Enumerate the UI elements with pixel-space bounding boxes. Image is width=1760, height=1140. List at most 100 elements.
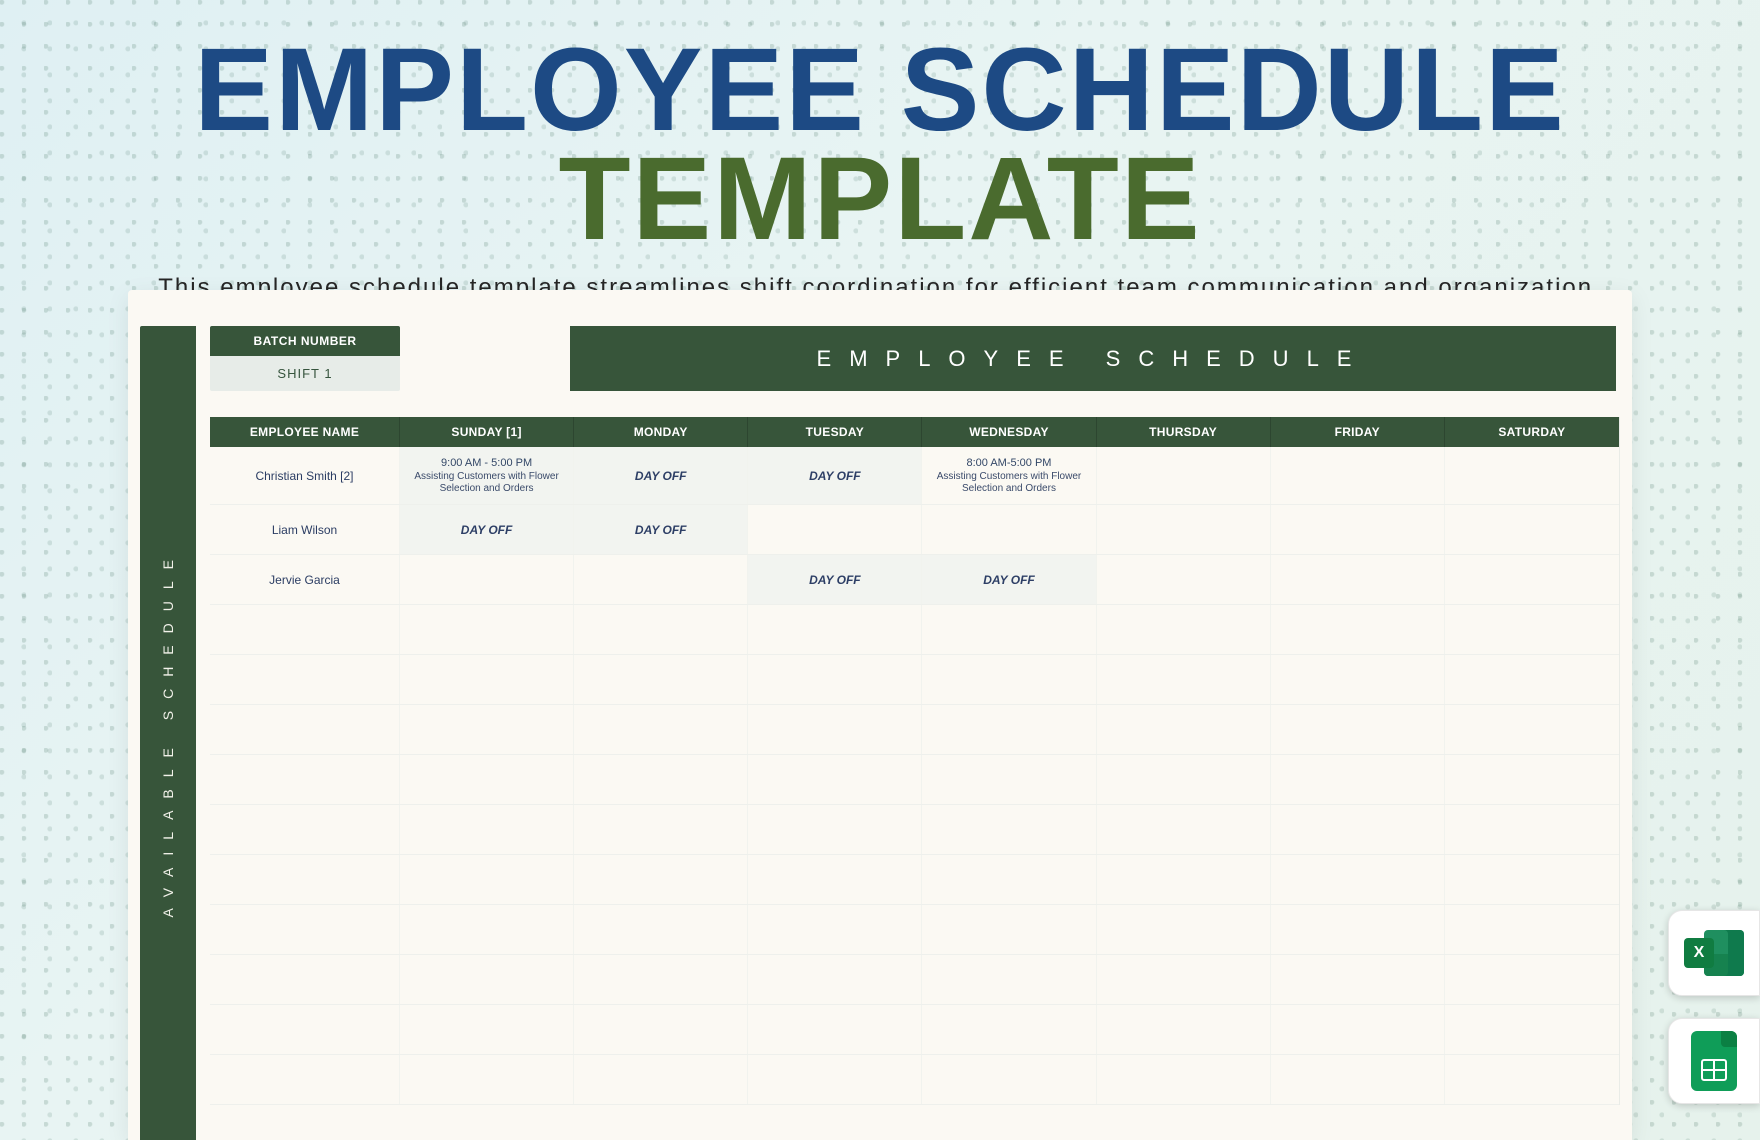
schedule-cell[interactable] bbox=[1271, 805, 1445, 854]
schedule-cell[interactable] bbox=[1271, 955, 1445, 1004]
schedule-cell[interactable] bbox=[1445, 447, 1619, 504]
schedule-cell[interactable]: DAY OFF bbox=[574, 447, 748, 504]
schedule-cell[interactable] bbox=[400, 655, 574, 704]
schedule-cell[interactable] bbox=[748, 755, 922, 804]
schedule-cell[interactable] bbox=[748, 655, 922, 704]
schedule-cell[interactable] bbox=[922, 905, 1096, 954]
schedule-cell[interactable] bbox=[1445, 955, 1619, 1004]
google-sheets-badge[interactable] bbox=[1668, 1018, 1760, 1104]
schedule-cell[interactable] bbox=[574, 555, 748, 604]
schedule-cell[interactable] bbox=[1445, 755, 1619, 804]
employee-name-cell[interactable] bbox=[210, 855, 400, 904]
schedule-cell[interactable] bbox=[1097, 805, 1271, 854]
schedule-cell[interactable] bbox=[400, 755, 574, 804]
schedule-cell[interactable] bbox=[922, 1005, 1096, 1054]
schedule-cell[interactable] bbox=[1271, 1005, 1445, 1054]
schedule-cell[interactable] bbox=[1445, 655, 1619, 704]
schedule-cell[interactable] bbox=[922, 755, 1096, 804]
schedule-cell[interactable] bbox=[1271, 605, 1445, 654]
schedule-cell[interactable] bbox=[1097, 905, 1271, 954]
schedule-cell[interactable] bbox=[1445, 705, 1619, 754]
schedule-cell[interactable] bbox=[400, 705, 574, 754]
schedule-cell[interactable] bbox=[1097, 555, 1271, 604]
schedule-cell[interactable] bbox=[748, 805, 922, 854]
schedule-cell[interactable] bbox=[400, 555, 574, 604]
schedule-cell[interactable] bbox=[1097, 605, 1271, 654]
schedule-cell[interactable]: DAY OFF bbox=[922, 555, 1096, 604]
employee-name-cell[interactable] bbox=[210, 655, 400, 704]
schedule-cell[interactable] bbox=[574, 1055, 748, 1104]
schedule-cell[interactable]: DAY OFF bbox=[748, 555, 922, 604]
schedule-cell[interactable] bbox=[1097, 655, 1271, 704]
schedule-cell[interactable] bbox=[1097, 1005, 1271, 1054]
employee-name-cell[interactable] bbox=[210, 1055, 400, 1104]
schedule-cell[interactable] bbox=[748, 1005, 922, 1054]
schedule-cell[interactable] bbox=[574, 955, 748, 1004]
schedule-cell[interactable] bbox=[1097, 1055, 1271, 1104]
schedule-cell[interactable] bbox=[400, 605, 574, 654]
schedule-cell[interactable] bbox=[1097, 855, 1271, 904]
schedule-cell[interactable] bbox=[400, 1055, 574, 1104]
employee-name-cell[interactable] bbox=[210, 805, 400, 854]
schedule-cell[interactable] bbox=[1097, 505, 1271, 554]
schedule-cell[interactable] bbox=[1271, 855, 1445, 904]
schedule-cell[interactable]: 9:00 AM - 5:00 PMAssisting Customers wit… bbox=[400, 447, 574, 504]
schedule-cell[interactable] bbox=[574, 1005, 748, 1054]
schedule-cell[interactable] bbox=[574, 655, 748, 704]
employee-name-cell[interactable] bbox=[210, 605, 400, 654]
schedule-cell[interactable] bbox=[1097, 955, 1271, 1004]
schedule-cell[interactable] bbox=[922, 805, 1096, 854]
schedule-cell[interactable] bbox=[922, 705, 1096, 754]
schedule-cell[interactable] bbox=[1445, 505, 1619, 554]
schedule-cell[interactable] bbox=[574, 855, 748, 904]
schedule-cell[interactable] bbox=[748, 605, 922, 654]
employee-name-cell[interactable] bbox=[210, 955, 400, 1004]
schedule-cell[interactable] bbox=[922, 1055, 1096, 1104]
schedule-cell[interactable] bbox=[1271, 505, 1445, 554]
schedule-cell[interactable] bbox=[574, 905, 748, 954]
employee-name-cell[interactable] bbox=[210, 905, 400, 954]
schedule-cell[interactable] bbox=[1445, 905, 1619, 954]
schedule-cell[interactable] bbox=[1271, 905, 1445, 954]
schedule-cell[interactable] bbox=[1097, 447, 1271, 504]
schedule-cell[interactable] bbox=[922, 605, 1096, 654]
employee-name-cell[interactable] bbox=[210, 705, 400, 754]
schedule-cell[interactable] bbox=[1445, 805, 1619, 854]
schedule-cell[interactable] bbox=[1271, 447, 1445, 504]
schedule-cell[interactable] bbox=[400, 805, 574, 854]
schedule-cell[interactable]: 8:00 AM-5:00 PMAssisting Customers with … bbox=[922, 447, 1096, 504]
schedule-cell[interactable] bbox=[922, 955, 1096, 1004]
schedule-cell[interactable] bbox=[1271, 755, 1445, 804]
schedule-cell[interactable] bbox=[1271, 555, 1445, 604]
schedule-cell[interactable] bbox=[1445, 1005, 1619, 1054]
schedule-cell[interactable]: DAY OFF bbox=[400, 505, 574, 554]
schedule-cell[interactable]: DAY OFF bbox=[748, 447, 922, 504]
schedule-cell[interactable] bbox=[400, 855, 574, 904]
schedule-cell[interactable] bbox=[748, 955, 922, 1004]
schedule-cell[interactable] bbox=[574, 705, 748, 754]
schedule-cell[interactable]: DAY OFF bbox=[574, 505, 748, 554]
schedule-cell[interactable] bbox=[748, 1055, 922, 1104]
schedule-cell[interactable] bbox=[574, 755, 748, 804]
schedule-cell[interactable] bbox=[1271, 705, 1445, 754]
schedule-cell[interactable] bbox=[1445, 855, 1619, 904]
schedule-cell[interactable] bbox=[922, 855, 1096, 904]
schedule-cell[interactable] bbox=[1271, 1055, 1445, 1104]
schedule-cell[interactable] bbox=[574, 605, 748, 654]
schedule-cell[interactable] bbox=[748, 855, 922, 904]
schedule-cell[interactable] bbox=[1445, 555, 1619, 604]
employee-name-cell[interactable] bbox=[210, 755, 400, 804]
schedule-cell[interactable] bbox=[1445, 1055, 1619, 1104]
employee-name-cell[interactable] bbox=[210, 1005, 400, 1054]
employee-name-cell[interactable]: Liam Wilson bbox=[210, 505, 400, 554]
schedule-cell[interactable] bbox=[1271, 655, 1445, 704]
schedule-cell[interactable] bbox=[1445, 605, 1619, 654]
schedule-cell[interactable] bbox=[748, 505, 922, 554]
employee-name-cell[interactable]: Jervie Garcia bbox=[210, 555, 400, 604]
employee-name-cell[interactable]: Christian Smith [2] bbox=[210, 447, 400, 504]
excel-badge[interactable]: X bbox=[1668, 910, 1760, 996]
schedule-cell[interactable] bbox=[748, 705, 922, 754]
schedule-cell[interactable] bbox=[574, 805, 748, 854]
schedule-cell[interactable] bbox=[1097, 705, 1271, 754]
schedule-cell[interactable] bbox=[400, 905, 574, 954]
